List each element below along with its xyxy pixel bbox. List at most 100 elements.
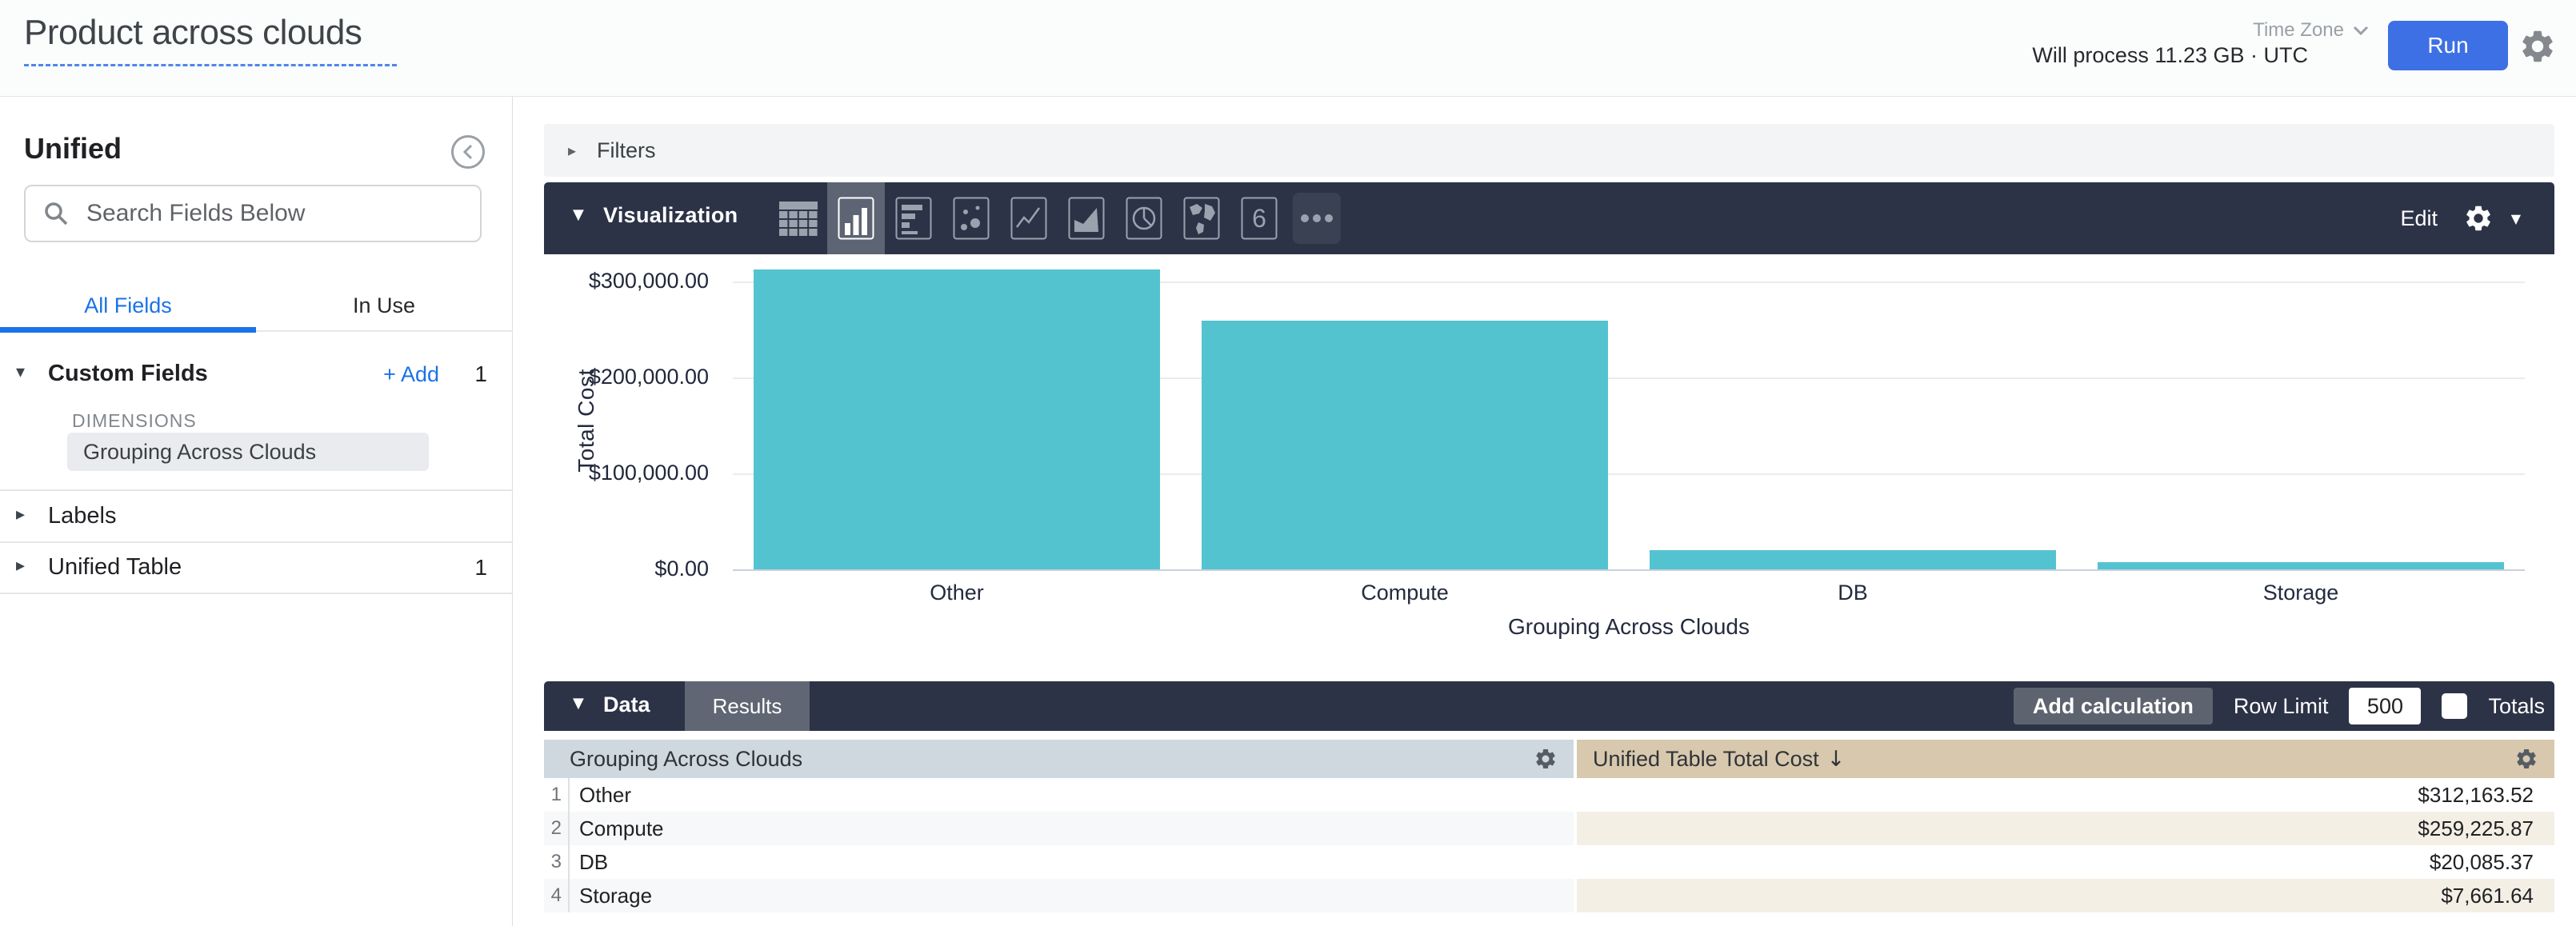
sidebar-section-unified-table[interactable]: ▸ Unified Table 1 bbox=[0, 548, 513, 593]
expander-right-icon[interactable]: ▸ bbox=[16, 505, 25, 525]
expander-right-icon[interactable]: ▸ bbox=[16, 556, 25, 576]
chart: $0.00 $100,000.00 $200,000.00 $300,000.00 Ot… bbox=[513, 254, 2576, 682]
top-bar: Product across clouds Time Zone Will pro… bbox=[0, 0, 2576, 97]
visualization-section-header: ▼ Visualization 6 Edit ▼ bbox=[544, 182, 2554, 254]
y-tick-label: $300,000.00 bbox=[513, 269, 709, 293]
active-tab-indicator bbox=[0, 327, 256, 333]
totals-checkbox[interactable] bbox=[2442, 693, 2467, 719]
table-cell-dimension[interactable]: 1Other bbox=[544, 778, 1574, 812]
chart-bar-other[interactable] bbox=[754, 269, 1160, 569]
viz-type-scatter-icon[interactable] bbox=[942, 182, 1000, 254]
search-input[interactable] bbox=[86, 200, 438, 227]
page-title: Product across clouds bbox=[24, 13, 397, 66]
chevron-down-icon bbox=[2352, 25, 2370, 36]
row-limit-input[interactable] bbox=[2349, 688, 2421, 724]
table-cell-value[interactable]: $20,085.37 bbox=[1577, 845, 2554, 879]
timezone-dropdown[interactable]: Time Zone bbox=[2253, 19, 2370, 42]
timezone-label: Time Zone bbox=[2253, 19, 2344, 42]
row-number: 4 bbox=[544, 879, 570, 912]
data-label: Data bbox=[603, 693, 650, 717]
query-cost-info: Will process 11.23 GB · UTC bbox=[2032, 43, 2308, 68]
x-category-label: Storage bbox=[2077, 581, 2525, 605]
column-gear-icon[interactable] bbox=[2514, 747, 2538, 771]
viz-type-pie-icon[interactable] bbox=[1115, 182, 1173, 254]
field-search[interactable] bbox=[24, 185, 482, 242]
viz-settings-caret-icon[interactable]: ▼ bbox=[2511, 211, 2521, 226]
field-grouping-across-clouds[interactable]: Grouping Across Clouds bbox=[67, 433, 429, 471]
row-number: 2 bbox=[544, 812, 570, 845]
table-cell-dimension[interactable]: 2Compute bbox=[544, 812, 1574, 845]
viz-type-area-icon[interactable] bbox=[1058, 182, 1115, 254]
tab-results[interactable]: Results bbox=[685, 681, 810, 731]
row-number: 3 bbox=[544, 845, 570, 879]
x-category-label: Other bbox=[733, 581, 1181, 605]
main-area: ▸ Filters ▼ Visualization 6 Edit ▼ $0.00… bbox=[513, 97, 2576, 926]
divider bbox=[0, 489, 513, 491]
table-row: 1Other$312,163.52 bbox=[544, 778, 2554, 812]
visualization-label: Visualization bbox=[603, 203, 738, 228]
tab-in-use[interactable]: In Use bbox=[256, 285, 512, 330]
table-row: 4Storage$7,661.64 bbox=[544, 879, 2554, 912]
row-limit-label: Row Limit bbox=[2234, 694, 2329, 719]
y-tick-label: $0.00 bbox=[513, 557, 709, 581]
x-axis-title: Grouping Across Clouds bbox=[733, 614, 2525, 640]
column-header-measure[interactable]: Unified Table Total Cost ↓ bbox=[1577, 740, 2554, 778]
divider bbox=[0, 541, 513, 543]
edit-button[interactable]: Edit bbox=[2400, 182, 2438, 254]
dimensions-group-label: DIMENSIONS bbox=[72, 410, 197, 432]
viz-type-bar-icon[interactable] bbox=[885, 182, 942, 254]
viz-type-toolbar: 6 bbox=[770, 182, 1346, 254]
table-body: 1Other$312,163.522Compute$259,225.873DB$… bbox=[544, 778, 2554, 912]
sidebar-section-custom-fields[interactable]: ▾ Custom Fields + Add 1 bbox=[0, 354, 513, 399]
chart-bar-compute[interactable] bbox=[1202, 321, 1608, 569]
x-axis-line bbox=[733, 569, 2525, 571]
custom-fields-count: 1 bbox=[474, 361, 487, 387]
viz-settings-gear-icon[interactable] bbox=[2463, 203, 2494, 233]
chart-bar-db[interactable] bbox=[1650, 550, 2056, 569]
x-category-label: DB bbox=[1629, 581, 2077, 605]
divider bbox=[0, 593, 513, 594]
filters-label: Filters bbox=[597, 138, 656, 163]
expander-down-icon[interactable]: ▼ bbox=[573, 206, 584, 223]
filters-section-header[interactable]: ▸ Filters bbox=[544, 124, 2554, 177]
x-category-label: Compute bbox=[1181, 581, 1629, 605]
table-cell-value[interactable]: $312,163.52 bbox=[1577, 778, 2554, 812]
table-cell-dimension[interactable]: 3DB bbox=[544, 845, 1574, 879]
table-row: 3DB$20,085.37 bbox=[544, 845, 2554, 879]
add-calculation-button[interactable]: Add calculation bbox=[2014, 688, 2213, 724]
totals-label: Totals bbox=[2488, 694, 2545, 719]
explore-name: Unified bbox=[24, 132, 122, 166]
viz-type-table-icon[interactable] bbox=[770, 182, 827, 254]
search-icon bbox=[42, 199, 70, 228]
unified-table-count: 1 bbox=[474, 555, 487, 581]
results-table: Grouping Across Clouds Unified Table Tot… bbox=[544, 740, 2554, 912]
data-section-header: ▼ Data Results Add calculation Row Limit… bbox=[544, 681, 2554, 731]
column-gear-icon[interactable] bbox=[1534, 747, 1558, 771]
table-cell-dimension[interactable]: 4Storage bbox=[544, 879, 1574, 912]
row-number: 1 bbox=[544, 778, 570, 812]
tab-all-fields[interactable]: All Fields bbox=[0, 285, 256, 330]
add-custom-field-button[interactable]: + Add bbox=[383, 362, 439, 387]
table-cell-value[interactable]: $259,225.87 bbox=[1577, 812, 2554, 845]
run-button[interactable]: Run bbox=[2388, 21, 2508, 70]
expander-down-icon[interactable]: ▾ bbox=[16, 362, 25, 382]
y-axis-title: Total Cost bbox=[574, 301, 599, 541]
chart-bar-storage[interactable] bbox=[2098, 562, 2504, 569]
y-tick-label: $100,000.00 bbox=[513, 461, 709, 485]
expander-down-icon[interactable]: ▼ bbox=[573, 695, 584, 712]
viz-type-line-icon[interactable] bbox=[1000, 182, 1058, 254]
gear-icon[interactable] bbox=[2518, 27, 2557, 66]
viz-type-single-value-icon[interactable]: 6 bbox=[1230, 182, 1288, 254]
y-tick-label: $200,000.00 bbox=[513, 365, 709, 389]
svg-text:6: 6 bbox=[1252, 204, 1266, 233]
viz-type-map-icon[interactable] bbox=[1173, 182, 1230, 254]
collapse-sidebar-icon[interactable] bbox=[451, 135, 485, 169]
table-cell-value[interactable]: $7,661.64 bbox=[1577, 879, 2554, 912]
field-picker-sidebar: Unified All Fields In Use ▾ Custom Field… bbox=[0, 97, 513, 926]
table-row: 2Compute$259,225.87 bbox=[544, 812, 2554, 845]
viz-type-column-icon[interactable] bbox=[827, 182, 885, 254]
column-header-dimension[interactable]: Grouping Across Clouds bbox=[544, 740, 1574, 778]
viz-type-more-icon[interactable] bbox=[1288, 182, 1346, 254]
sidebar-section-labels[interactable]: ▸ Labels bbox=[0, 497, 513, 541]
sort-desc-icon: ↓ bbox=[1827, 747, 1846, 772]
